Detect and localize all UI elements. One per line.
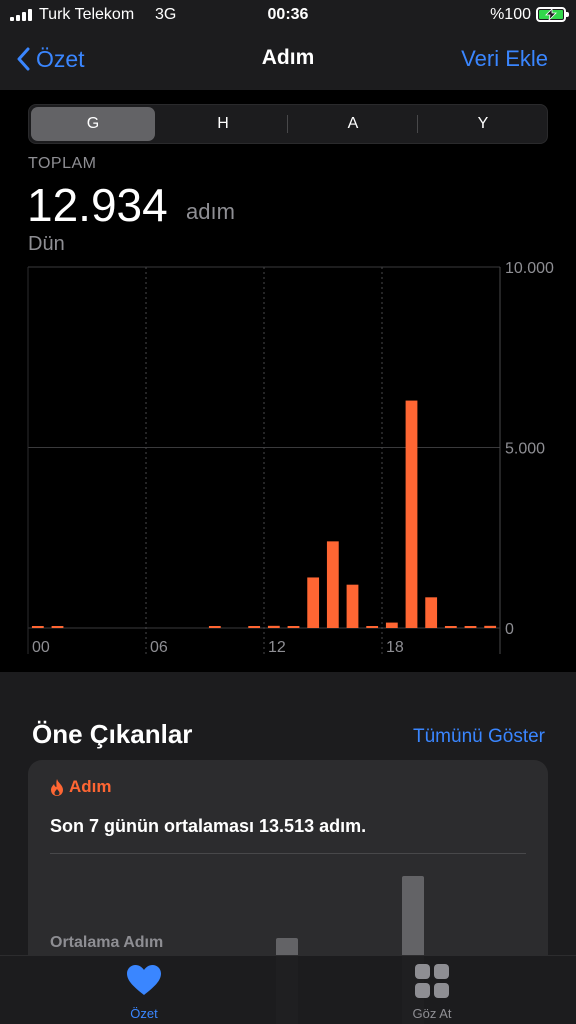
y-tick-label: 5.000 xyxy=(505,441,545,458)
navigation-bar: Özet Adım Veri Ekle xyxy=(0,30,576,90)
tab-browse[interactable]: Göz At xyxy=(288,956,576,1024)
chart-bar[interactable] xyxy=(248,626,261,628)
segment-year[interactable]: Y xyxy=(421,107,545,141)
x-tick-label: 18 xyxy=(386,639,404,656)
chart-bar[interactable] xyxy=(31,626,44,628)
chart-bar[interactable] xyxy=(287,626,300,628)
x-tick-label: 12 xyxy=(268,639,286,656)
chart-bar[interactable] xyxy=(385,622,398,628)
x-tick-label: 06 xyxy=(150,639,168,656)
show-all-button[interactable]: Tümünü Göster xyxy=(413,726,545,748)
y-tick-label: 10.000 xyxy=(505,260,554,277)
segment-month[interactable]: A xyxy=(291,107,415,141)
segment-week[interactable]: H xyxy=(161,107,285,141)
heart-icon xyxy=(127,965,161,995)
add-data-button[interactable]: Veri Ekle xyxy=(461,46,548,72)
card-divider xyxy=(50,853,526,854)
flame-icon xyxy=(51,778,63,796)
card-subtitle: Ortalama Adım xyxy=(50,934,164,951)
chart-bar[interactable] xyxy=(326,541,339,628)
chart-bar[interactable] xyxy=(425,597,438,628)
tab-browse-label: Göz At xyxy=(412,1006,452,1021)
charging-bolt-icon xyxy=(545,9,557,20)
grid-icon xyxy=(415,964,449,998)
status-bar: Turk Telekom 3G 00:36 %100 xyxy=(0,0,576,30)
highlights-title: Öne Çıkanlar xyxy=(32,719,193,749)
chart-bar[interactable] xyxy=(484,625,497,628)
chart-bar[interactable] xyxy=(307,577,320,628)
chart-bar[interactable] xyxy=(51,626,64,628)
tab-summary-label: Özet xyxy=(130,1006,158,1021)
x-tick-label: 00 xyxy=(32,639,50,656)
steps-bar-chart[interactable]: 00 06 12 18 10.000 5.000 0 xyxy=(0,255,576,670)
segment-divider xyxy=(417,115,418,133)
chart-bar[interactable] xyxy=(267,625,280,628)
segment-day[interactable]: G xyxy=(31,107,155,141)
total-label: TOPLAM xyxy=(28,155,97,172)
segment-divider xyxy=(287,115,288,133)
battery-percentage: %100 xyxy=(490,6,531,23)
card-tag: Adım xyxy=(50,777,112,797)
chart-bar[interactable] xyxy=(366,626,379,628)
time-range-segmented-control: G H A Y xyxy=(28,104,548,144)
card-description: Son 7 günün ortalaması 13.513 adım. xyxy=(50,816,367,836)
chart-bar[interactable] xyxy=(208,626,221,628)
period-label: Dün xyxy=(28,233,65,255)
y-tick-label: 0 xyxy=(505,621,514,638)
tab-summary[interactable]: Özet xyxy=(0,956,288,1024)
total-unit: adım xyxy=(186,199,235,224)
total-value: 12.934 xyxy=(27,179,168,231)
card-tag-label: Adım xyxy=(69,777,112,796)
tab-bar: Özet Göz At xyxy=(0,955,576,1024)
chart-bar[interactable] xyxy=(444,626,457,628)
chart-bar[interactable] xyxy=(464,626,477,628)
battery-icon xyxy=(536,7,569,22)
chart-bar[interactable] xyxy=(346,584,359,628)
chart-bar[interactable] xyxy=(405,400,418,628)
